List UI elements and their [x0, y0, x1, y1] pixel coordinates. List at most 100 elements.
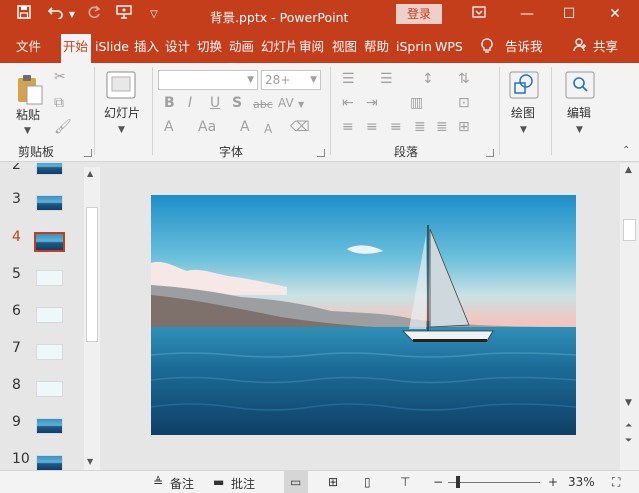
strikethrough-button[interactable]: abc	[253, 97, 273, 113]
grow-font-button[interactable]: A	[240, 119, 250, 135]
editing-dropdown-icon[interactable]: ▼	[576, 122, 583, 138]
slide-thumbnail[interactable]	[36, 270, 63, 286]
share-button[interactable]: 共享	[593, 38, 618, 60]
slideshow-view-icon[interactable]: ⊤	[400, 475, 410, 489]
slide-canvas[interactable]	[151, 195, 576, 435]
tab-animations[interactable]: 动画	[229, 38, 254, 60]
italic-button[interactable]: I	[188, 95, 192, 111]
distributed-icon[interactable]: ≣	[436, 119, 448, 135]
redo-icon[interactable]	[84, 5, 104, 25]
smartart-icon[interactable]: ⊞	[458, 119, 470, 135]
save-icon[interactable]	[14, 5, 34, 25]
undo-dropdown-icon[interactable]: ▼	[62, 5, 82, 25]
copy-icon[interactable]: ⧉	[54, 95, 64, 111]
tab-view[interactable]: 视图	[332, 38, 357, 60]
align-right-icon[interactable]: ≡	[390, 119, 402, 135]
tab-file[interactable]: 文件	[16, 38, 41, 60]
drawing-button[interactable]: 绘图	[511, 104, 535, 121]
font-launcher-icon[interactable]	[317, 149, 325, 157]
editing-button[interactable]: 编辑	[567, 104, 591, 121]
decrease-indent-icon[interactable]: ⇤	[342, 95, 354, 111]
font-name-combo[interactable]: ▼	[158, 70, 258, 90]
collapse-ribbon-icon[interactable]: ⌃	[622, 143, 630, 159]
scrollbar-thumb[interactable]	[86, 207, 98, 342]
text-direction-icon[interactable]: ⇅	[458, 71, 470, 87]
tab-slideshow[interactable]: 幻灯片	[261, 38, 295, 60]
paragraph-launcher-icon[interactable]	[486, 149, 494, 157]
next-slide-icon[interactable]: ⏷	[625, 436, 632, 446]
numbering-icon[interactable]: ☰	[380, 71, 393, 87]
present-icon[interactable]	[114, 5, 134, 25]
chevron-down-icon[interactable]: ▼	[298, 97, 304, 113]
tab-insert[interactable]: 插入	[134, 38, 159, 60]
line-spacing-icon[interactable]: ↕	[422, 71, 434, 87]
paste-button[interactable]: 粘贴	[16, 106, 40, 123]
font-size-combo[interactable]: 28+ ▼	[261, 70, 321, 90]
minimize-icon[interactable]: —	[514, 3, 540, 25]
columns-icon[interactable]: ▥	[410, 95, 423, 111]
bold-button[interactable]: B	[164, 95, 175, 111]
slide-thumbnail[interactable]	[36, 307, 63, 323]
slide-thumbnail[interactable]	[36, 381, 63, 397]
ribbon-display-icon[interactable]	[466, 3, 492, 25]
tab-islide[interactable]: iSlide	[95, 38, 129, 60]
new-slide-dropdown-icon[interactable]: ▼	[118, 122, 125, 138]
slide-thumbnail[interactable]	[36, 455, 63, 470]
format-painter-icon[interactable]: 🖌	[54, 119, 72, 135]
cut-icon[interactable]: ✂	[54, 69, 66, 85]
clipboard-launcher-icon[interactable]	[84, 149, 92, 157]
slide-thumbnail[interactable]	[36, 195, 63, 211]
drawing-dropdown-icon[interactable]: ▼	[520, 122, 527, 138]
zoom-out-button[interactable]: −	[433, 475, 443, 489]
new-slide-button[interactable]: 幻灯片	[104, 104, 140, 121]
thumbnail-scrollbar[interactable]: ▲ ▼	[84, 167, 100, 470]
previous-slide-icon[interactable]: ⏶	[625, 421, 632, 431]
slide-thumbnail[interactable]	[36, 344, 63, 360]
search-icon[interactable]	[565, 71, 595, 102]
change-case-button[interactable]: Aa	[198, 119, 216, 135]
comments-icon[interactable]: ▬	[213, 475, 224, 489]
lightbulb-icon[interactable]	[481, 38, 493, 60]
tab-help[interactable]: 帮助	[364, 38, 389, 60]
notes-icon[interactable]: ≜	[153, 475, 163, 489]
align-text-icon[interactable]: ⊡	[458, 95, 470, 111]
tab-review[interactable]: 审阅	[299, 38, 324, 60]
character-spacing-button[interactable]: AV	[278, 95, 294, 111]
editor-scrollbar[interactable]: ▲ ▼ ⏶ ⏷	[620, 163, 639, 470]
login-button[interactable]: 登录	[396, 4, 442, 24]
tell-me-search[interactable]: 告诉我	[505, 38, 543, 60]
underline-button[interactable]: U	[210, 95, 220, 111]
scrollbar-thumb[interactable]	[623, 219, 636, 241]
zoom-slider-handle[interactable]	[456, 476, 460, 488]
slide-sorter-icon[interactable]: ⊞	[328, 475, 338, 489]
tab-ispring[interactable]: iSprin	[396, 38, 432, 60]
bullets-icon[interactable]: ☰	[342, 71, 355, 87]
paste-icon[interactable]	[16, 73, 44, 108]
scroll-up-icon[interactable]: ▲	[625, 165, 632, 175]
scroll-down-icon[interactable]: ▼	[87, 457, 93, 466]
slide-thumbnail[interactable]	[36, 163, 63, 175]
shrink-font-button[interactable]: A	[264, 121, 272, 137]
notes-button[interactable]: 备注	[170, 475, 194, 492]
share-icon[interactable]	[573, 38, 587, 60]
tab-home[interactable]: 开始	[61, 34, 91, 63]
zoom-level[interactable]: 33%	[568, 475, 595, 489]
scroll-up-icon[interactable]: ▲	[87, 169, 93, 178]
slide-thumbnail-active[interactable]	[34, 232, 65, 252]
font-color-button[interactable]: A	[164, 119, 174, 135]
maximize-icon[interactable]: ☐	[556, 3, 582, 25]
scroll-down-icon[interactable]: ▼	[625, 398, 632, 408]
text-shadow-button[interactable]: S	[232, 95, 242, 111]
reading-view-icon[interactable]: ▯	[364, 475, 371, 489]
tab-design[interactable]: 设计	[165, 38, 190, 60]
close-icon[interactable]: ✕	[602, 3, 628, 25]
paste-dropdown-icon[interactable]: ▼	[24, 123, 31, 139]
fit-to-window-icon[interactable]: ⛶	[612, 475, 620, 490]
customize-qat-icon[interactable]: ▽	[144, 5, 164, 25]
tab-transitions[interactable]: 切换	[197, 38, 222, 60]
zoom-slider[interactable]	[448, 482, 540, 483]
clear-formatting-icon[interactable]: ⌫	[290, 119, 310, 135]
justify-icon[interactable]: ≣	[414, 119, 426, 135]
align-center-icon[interactable]: ≡	[366, 119, 378, 135]
align-left-icon[interactable]: ≡	[342, 119, 354, 135]
